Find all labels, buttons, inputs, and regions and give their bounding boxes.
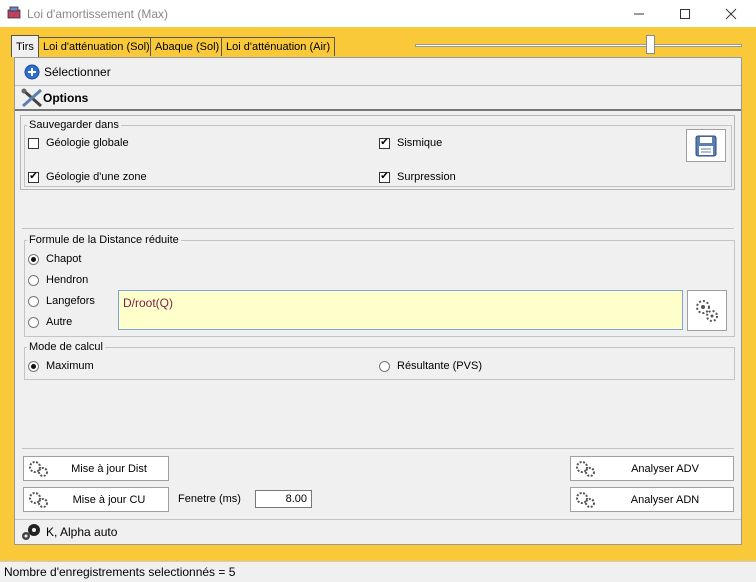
options-strip[interactable]: Options bbox=[15, 85, 741, 111]
checkbox-geologie-zone-box[interactable]: ✔ bbox=[28, 171, 39, 183]
close-button[interactable] bbox=[708, 0, 754, 27]
add-icon bbox=[24, 64, 40, 80]
separator bbox=[22, 228, 734, 229]
checkbox-sismique-box[interactable]: ✔ bbox=[379, 137, 390, 149]
checkbox-geologie-zone-label: Géologie d'une zone bbox=[46, 171, 147, 183]
radio-chapot-circle[interactable] bbox=[28, 253, 39, 265]
radio-hendron[interactable]: Hendron bbox=[28, 274, 88, 286]
minimize-icon bbox=[634, 13, 644, 14]
radio-langefors-circle[interactable] bbox=[28, 295, 39, 307]
radio-resultante[interactable]: Résultante (PVS) bbox=[379, 360, 482, 372]
gears-icon bbox=[20, 522, 44, 542]
update-dist-button[interactable]: Mise à jour Dist bbox=[23, 456, 169, 481]
analyse-adv-button[interactable]: Analyser ADV bbox=[570, 456, 734, 481]
checkbox-geologie-zone[interactable]: ✔ Géologie d'une zone bbox=[28, 171, 147, 183]
minimize-button[interactable] bbox=[616, 0, 662, 27]
radio-resultante-label: Résultante (PVS) bbox=[397, 360, 482, 372]
separator bbox=[15, 519, 741, 520]
radio-autre[interactable]: Autre bbox=[28, 316, 72, 328]
save-button[interactable] bbox=[686, 129, 726, 162]
analyse-adv-label: Analyser ADV bbox=[631, 462, 699, 475]
radio-langefors-label: Langefors bbox=[46, 295, 95, 307]
radio-hendron-circle[interactable] bbox=[28, 274, 39, 286]
maximize-icon bbox=[680, 8, 690, 19]
radio-autre-circle[interactable] bbox=[28, 316, 39, 328]
radio-maximum-label: Maximum bbox=[46, 360, 94, 372]
app-icon bbox=[7, 6, 21, 20]
gears-icon bbox=[28, 491, 50, 509]
radio-chapot[interactable]: Chapot bbox=[28, 253, 81, 265]
compute-formula-button[interactable] bbox=[687, 290, 727, 331]
checkbox-surpression[interactable]: ✔ Surpression bbox=[379, 171, 456, 183]
slider-thumb[interactable] bbox=[645, 35, 655, 54]
separator bbox=[22, 448, 734, 449]
analyse-adn-label: Analyser ADN bbox=[630, 493, 700, 506]
checkbox-surpression-label: Surpression bbox=[397, 171, 456, 183]
checkbox-geologie-globale[interactable]: Géologie globale bbox=[28, 137, 129, 149]
tab-abaque-sol[interactable]: Abaque (Sol) bbox=[150, 37, 225, 56]
update-dist-label: Mise à jour Dist bbox=[71, 462, 147, 475]
checkbox-geologie-globale-box[interactable] bbox=[28, 137, 39, 149]
tab-loi-attenuation-air[interactable]: Loi d'atténuation (Air) bbox=[221, 37, 336, 56]
formula-group-legend: Formule de la Distance réduite bbox=[29, 234, 179, 246]
radio-maximum-circle[interactable] bbox=[28, 360, 39, 372]
checkbox-geologie-globale-label: Géologie globale bbox=[46, 137, 129, 149]
alpha-auto-label: K, Alpha auto bbox=[46, 525, 118, 539]
select-label: Sélectionner bbox=[44, 65, 111, 79]
radio-maximum[interactable]: Maximum bbox=[28, 360, 94, 372]
gears-icon bbox=[575, 491, 597, 509]
fenetre-label: Fenetre (ms) bbox=[178, 493, 241, 505]
window-title: Loi d'amortissement (Max) bbox=[27, 7, 168, 21]
tab-tirs[interactable]: Tirs bbox=[11, 35, 39, 57]
update-cu-label: Mise à jour CU bbox=[72, 493, 146, 506]
update-cu-button[interactable]: Mise à jour CU bbox=[23, 487, 169, 512]
save-group-legend: Sauvegarder dans bbox=[29, 119, 119, 131]
gears-icon bbox=[696, 299, 718, 322]
floppy-icon bbox=[695, 135, 717, 156]
radio-langefors[interactable]: Langefors bbox=[28, 295, 95, 307]
select-strip[interactable]: Sélectionner bbox=[15, 59, 741, 85]
checkbox-sismique-label: Sismique bbox=[397, 137, 443, 149]
calc-mode-group-legend: Mode de calcul bbox=[29, 341, 103, 353]
options-label: Options bbox=[43, 90, 89, 105]
radio-hendron-label: Hendron bbox=[46, 274, 89, 286]
tools-icon bbox=[21, 88, 43, 108]
tab-loi-attenuation-sol[interactable]: Loi d'atténuation (Sol) bbox=[38, 37, 155, 56]
status-text: Nombre d'enregistrements selectionnés = … bbox=[4, 565, 236, 579]
slider-track[interactable] bbox=[415, 44, 742, 47]
maximize-button[interactable] bbox=[662, 0, 708, 27]
gears-icon bbox=[28, 460, 50, 478]
analyse-adn-button[interactable]: Analyser ADN bbox=[570, 487, 734, 512]
checkbox-sismique[interactable]: ✔ Sismique bbox=[379, 137, 442, 149]
gears-icon bbox=[575, 460, 597, 478]
close-icon bbox=[725, 8, 737, 19]
fenetre-input[interactable]: 8.00 bbox=[255, 490, 312, 508]
checkbox-surpression-box[interactable]: ✔ bbox=[379, 171, 390, 183]
radio-autre-label: Autre bbox=[46, 316, 73, 328]
alpha-auto-button[interactable]: K, Alpha auto bbox=[20, 522, 117, 542]
radio-resultante-circle[interactable] bbox=[379, 360, 390, 372]
radio-chapot-label: Chapot bbox=[46, 253, 82, 265]
formula-textarea[interactable]: D/root(Q) bbox=[118, 290, 683, 330]
